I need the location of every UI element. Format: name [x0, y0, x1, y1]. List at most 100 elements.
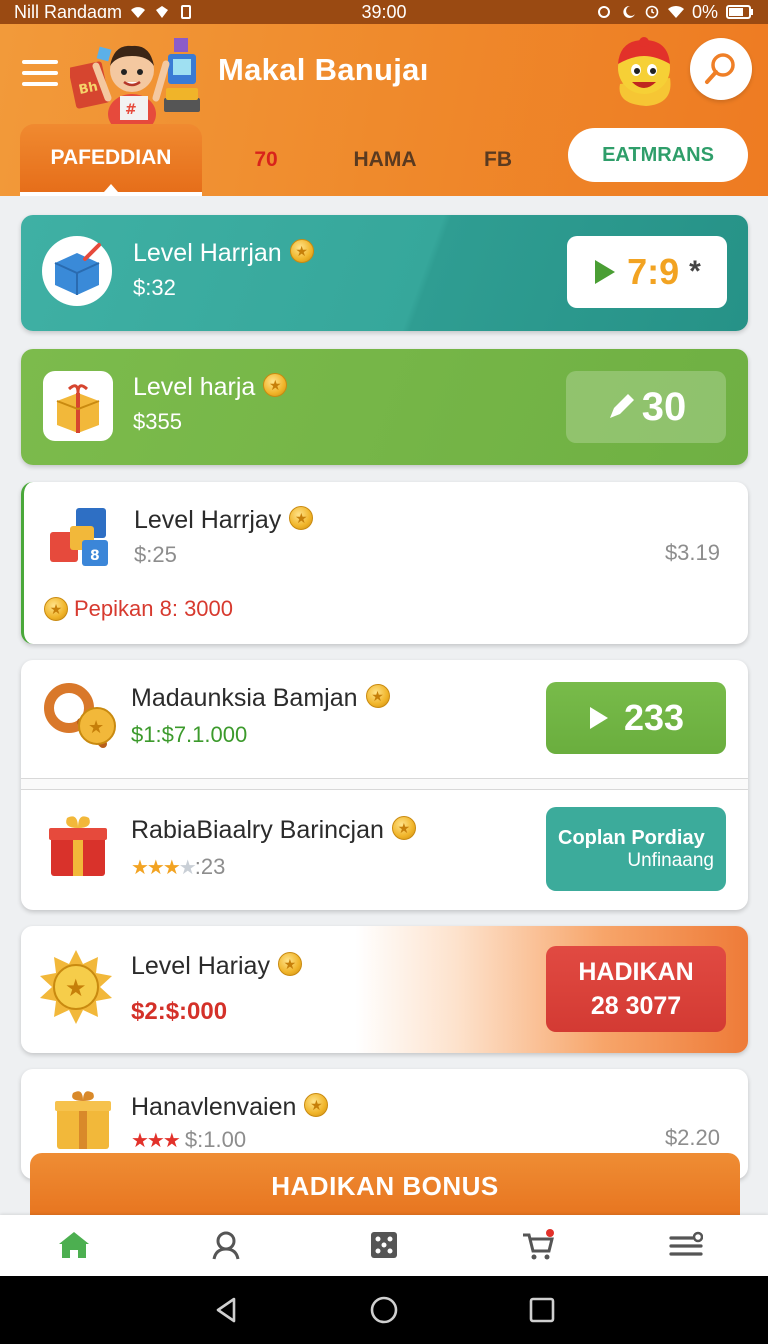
play-count-button[interactable]: 233	[546, 682, 726, 754]
cart-icon	[523, 1229, 554, 1260]
card-right-value: $2.20	[664, 1125, 720, 1150]
header-search-button[interactable]	[690, 38, 752, 100]
button-line-2: 28 3077	[590, 992, 682, 1020]
key-coin-icon: ★	[44, 683, 116, 748]
mascot-illustration: Bh #	[70, 38, 200, 134]
nav-home[interactable]	[56, 1227, 92, 1263]
gift-icon	[43, 371, 113, 441]
coin-icon	[263, 373, 288, 398]
dice-icon	[371, 1232, 397, 1258]
card-price: $:32	[133, 275, 176, 300]
card-price: $:25	[134, 542, 177, 567]
play-timer-button[interactable]: 7:9 *	[567, 236, 727, 308]
edit-value-button[interactable]: 30	[566, 371, 726, 443]
nav-settings[interactable]	[668, 1227, 704, 1263]
tab-eatmrans[interactable]: EATMRANS	[568, 128, 748, 182]
settings-list-icon	[669, 1231, 703, 1256]
sync-icon	[597, 6, 610, 18]
alarm-icon	[645, 5, 659, 19]
level-card-3[interactable]: 8 Level Harrjay $:25 $3.19 Pepikan 8: 30…	[21, 482, 748, 644]
card-title: Level harja	[133, 373, 256, 401]
bonus-button[interactable]: HADIKAN BONUS	[30, 1153, 740, 1219]
promo-text: Pepikan 8: 3000	[74, 596, 234, 621]
coin-icon	[277, 952, 302, 977]
tab-pafeddian[interactable]: PAFEDDIAN	[20, 124, 202, 196]
play-icon	[589, 707, 608, 729]
pencil-icon	[609, 394, 634, 418]
rating-row: ★★★★:23	[131, 854, 225, 880]
mascot-avatar-icon[interactable]	[612, 34, 676, 108]
search-icon	[705, 53, 735, 84]
card-price: $2:$:000	[131, 998, 228, 1025]
sim-icon	[181, 5, 192, 19]
card-title: Hanavlenvaien	[131, 1093, 297, 1121]
level-card-4: ★ Madaunksia Bamjan $1:$7.1.000 233 Rabi…	[21, 660, 748, 910]
app-header: Bh # Makal Banujaı PAFEDDIAN 70 HAMA FB …	[0, 24, 768, 196]
category-tabs: PAFEDDIAN 70 HAMA FB EATMRANS	[0, 124, 768, 196]
signal-icon	[156, 6, 169, 18]
blocks-icon: 8	[50, 508, 108, 566]
card-subtitle-row: ★★★ $:1.00	[131, 1127, 246, 1153]
system-navigation-bar	[0, 1276, 768, 1344]
tab-70[interactable]: 70	[236, 124, 296, 196]
play-count: 233	[623, 697, 685, 738]
battery-icon	[726, 5, 753, 19]
card-title: Level Harrjan	[133, 239, 282, 267]
coin-icon	[44, 597, 68, 621]
sun-coin-icon: ★	[40, 950, 112, 1024]
star-rating: ★★★	[131, 1130, 181, 1152]
timer-value: 7:9	[627, 251, 680, 292]
level-card-2[interactable]: Level harja $355 30	[21, 349, 748, 465]
svg-text:★: ★	[88, 717, 104, 738]
button-line-1: HADIKAN	[578, 958, 694, 986]
gift-box-icon	[49, 816, 107, 876]
svg-text:★: ★	[65, 974, 87, 1002]
card-right-value: $3.19	[664, 540, 720, 565]
svg-text:#: #	[125, 102, 137, 118]
level-card-1[interactable]: Level Harrjan $:32 7:9 *	[21, 215, 748, 331]
play-icon	[595, 260, 616, 284]
coplan-button[interactable]: Coplan Pordiay Unfinaang	[546, 807, 726, 891]
battery-percent: 0%	[691, 1, 718, 22]
recents-icon[interactable]	[528, 1296, 556, 1324]
wifi-full-icon	[667, 5, 684, 19]
home-icon	[59, 1232, 89, 1258]
nav-search[interactable]	[208, 1227, 244, 1263]
coin-icon	[289, 239, 314, 264]
card-price: $:1.00	[184, 1127, 247, 1152]
coin-icon	[391, 816, 416, 841]
nav-games[interactable]	[366, 1227, 402, 1263]
box-icon	[42, 236, 112, 306]
home-circle-icon[interactable]	[370, 1296, 398, 1324]
edit-value: 30	[641, 384, 687, 429]
menu-button[interactable]	[22, 60, 58, 86]
hadikan-button[interactable]: HADIKAN 28 3077	[546, 946, 726, 1032]
svg-text:8: 8	[90, 548, 100, 564]
card-title: RabiaBiaalry Barincjan	[131, 816, 384, 844]
app-title: Makal Banujaı	[218, 52, 429, 87]
person-icon	[212, 1231, 240, 1260]
card-title: Madaunksia Bamjan	[131, 684, 358, 712]
card-price: $355	[133, 409, 182, 434]
tab-fb[interactable]: FB	[478, 124, 518, 196]
status-bar: Nill Randaɑm 39:00 0%	[0, 0, 768, 24]
back-icon[interactable]	[212, 1296, 240, 1324]
rating-value: :23	[194, 854, 226, 879]
tab-hama[interactable]: HAMA	[340, 124, 430, 196]
timer-symbol: *	[689, 255, 701, 288]
coin-icon	[365, 684, 390, 709]
coin-icon	[289, 506, 314, 531]
wifi-icon	[131, 7, 146, 18]
button-line-1: Coplan Pordiay	[558, 826, 705, 849]
card-title: Level Hariay	[131, 952, 270, 980]
star-rating: ★★★★	[131, 857, 197, 879]
level-card-5[interactable]: ★ Level Hariay $2:$:000 HADIKAN 28 3077	[21, 926, 748, 1053]
promo-line: Pepikan 8: 3000	[44, 596, 233, 622]
carrier-label: Nill Randaɑm	[14, 1, 123, 22]
moon-icon	[623, 5, 635, 18]
bottom-navigation	[0, 1215, 768, 1276]
card-title: Level Harrjay	[134, 506, 282, 534]
nav-cart[interactable]	[520, 1227, 556, 1263]
coin-icon	[304, 1093, 329, 1118]
row-divider	[21, 778, 748, 790]
